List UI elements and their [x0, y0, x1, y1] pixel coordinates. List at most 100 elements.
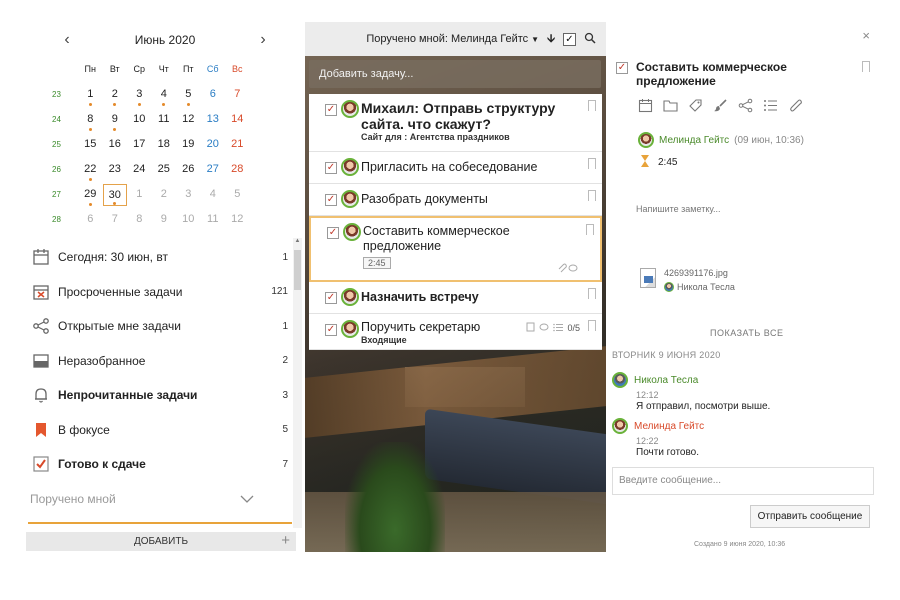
calendar-day[interactable]: 28 [225, 159, 250, 181]
task-checkbox[interactable]: ✓ [325, 162, 337, 174]
paperclip-icon[interactable] [788, 98, 803, 113]
flag-icon[interactable] [588, 320, 596, 335]
note-input[interactable]: Напишите заметку... [636, 204, 720, 214]
calendar-day[interactable]: 20 [201, 134, 226, 156]
calendar-day[interactable]: 16 [103, 134, 128, 156]
calendar-day[interactable]: 1 [78, 84, 103, 106]
checklist-icon[interactable] [763, 98, 778, 113]
calendar-day[interactable]: 9 [152, 209, 177, 231]
task-item-selected[interactable]: ✓ Составить коммерческое предложение 2:4… [309, 216, 602, 282]
calendar-day[interactable]: 18 [152, 134, 177, 156]
calendar-day[interactable]: 4 [152, 84, 177, 106]
calendar-day-today[interactable]: 30 [102, 183, 127, 206]
sidebar-item-assigned-by-me[interactable]: Поручено мной [20, 482, 292, 517]
chevron-down-icon[interactable] [236, 488, 258, 510]
sidebar-item-ready[interactable]: Готово к сдаче 7 [20, 447, 292, 482]
calendar-day[interactable]: 10 [176, 209, 201, 231]
calendar-day[interactable]: 26 [176, 159, 201, 181]
sidebar-item-today[interactable]: Сегодня: 30 июн, вт 1 [20, 240, 292, 275]
message-author[interactable]: Мелинда Гейтс [634, 421, 704, 432]
calendar-day[interactable]: 22 [78, 159, 103, 181]
calendar-day[interactable]: 2 [152, 184, 177, 206]
calendar-day[interactable]: 17 [127, 134, 152, 156]
calendar-day[interactable]: 3 [176, 184, 201, 206]
calendar-day[interactable]: 11 [201, 209, 226, 231]
calendar-day[interactable]: 7 [103, 209, 128, 231]
calendar-day[interactable]: 5 [176, 84, 201, 106]
calendar-icon[interactable] [638, 98, 653, 113]
flag-icon[interactable] [862, 61, 870, 72]
sidebar-item-unread[interactable]: Непрочитанные задачи 3 [20, 378, 292, 413]
show-completed-checkbox[interactable]: ✓ [563, 32, 576, 46]
task-checkbox[interactable]: ✓ [327, 227, 339, 239]
calendar-day[interactable]: 3 [127, 84, 152, 106]
add-task-input[interactable]: Добавить задачу... [309, 60, 601, 88]
flag-icon[interactable] [588, 100, 596, 115]
hourglass-icon[interactable] [640, 154, 650, 171]
task-checkbox[interactable]: ✓ [325, 292, 337, 304]
search-icon[interactable] [584, 32, 596, 47]
chevron-right-icon[interactable]: › [256, 31, 270, 49]
scrollbar-thumb[interactable] [294, 250, 301, 290]
flag-icon[interactable] [586, 224, 594, 239]
calendar-day[interactable]: 11 [152, 109, 177, 131]
calendar-day[interactable]: 8 [127, 209, 152, 231]
folder-icon[interactable] [663, 98, 678, 113]
task-complete-checkbox[interactable]: ✓ [616, 62, 628, 74]
chevron-left-icon[interactable]: ‹ [60, 31, 74, 49]
sidebar-item-overdue[interactable]: Просроченные задачи 121 [20, 275, 292, 310]
task-checkbox[interactable]: ✓ [325, 324, 337, 336]
sidebar-item-focus[interactable]: В фокусе 5 [20, 413, 292, 448]
sidebar-scrollbar[interactable]: ▲ [293, 238, 302, 528]
calendar-day[interactable]: 15 [78, 134, 103, 156]
sidebar-item-shared[interactable]: Открытые мне задачи 1 [20, 309, 292, 344]
calendar-day[interactable]: 6 [78, 209, 103, 231]
attachment[interactable]: 4269391176.jpg Никола Тесла [640, 268, 735, 292]
tag-icon[interactable] [688, 98, 703, 113]
flag-icon[interactable] [588, 158, 596, 173]
message-input[interactable]: Введите сообщение... [612, 467, 874, 495]
task-item[interactable]: ✓ Пригласить на собеседование [309, 152, 602, 184]
calendar-day[interactable]: 27 [201, 159, 226, 181]
calendar-day[interactable]: 12 [225, 209, 250, 231]
calendar-day[interactable]: 23 [103, 159, 128, 181]
sidebar-item-unsorted[interactable]: Неразобранное 2 [20, 344, 292, 379]
add-button[interactable]: ДОБАВИТЬ + [26, 532, 296, 551]
flag-icon[interactable] [588, 190, 596, 205]
calendar-day[interactable]: 24 [127, 159, 152, 181]
brush-icon[interactable] [713, 98, 728, 113]
calendar-day[interactable]: 25 [152, 159, 177, 181]
file-name[interactable]: 4269391176.jpg [664, 268, 735, 278]
calendar-day[interactable]: 9 [103, 109, 128, 131]
share-icon[interactable] [738, 98, 753, 113]
assigned-filter-dropdown[interactable]: Поручено мной: Мелинда Гейтс ▼ [366, 33, 539, 45]
task-checkbox[interactable]: ✓ [325, 194, 337, 206]
task-item[interactable]: ✓ Поручить секретарю Входящие 0/5 [309, 314, 602, 350]
calendar-day[interactable]: 4 [201, 184, 226, 206]
calendar-day[interactable]: 6 [201, 84, 226, 106]
calendar-day[interactable]: 21 [225, 134, 250, 156]
close-icon[interactable]: × [862, 28, 870, 43]
task-item[interactable]: ✓ Назначить встречу [309, 282, 602, 314]
message-author[interactable]: Никола Тесла [634, 375, 698, 386]
calendar-day[interactable]: 2 [103, 84, 128, 106]
task-item[interactable]: ✓ Михаил: Отправь структуру сайта. что с… [309, 94, 602, 152]
owner-name[interactable]: Мелинда Гейтс [659, 135, 729, 146]
calendar-day[interactable]: 29 [78, 184, 103, 206]
calendar-day[interactable]: 8 [78, 109, 103, 131]
calendar-day[interactable]: 1 [127, 184, 152, 206]
task-checkbox[interactable]: ✓ [325, 104, 337, 116]
flag-icon[interactable] [588, 288, 596, 303]
calendar-day[interactable]: 7 [225, 84, 250, 106]
sort-down-icon[interactable]: 🡫 [547, 30, 555, 49]
task-detail-title[interactable]: Составить коммерческое предложение [636, 60, 846, 88]
task-item[interactable]: ✓ Разобрать документы [309, 184, 602, 216]
calendar-day[interactable]: 13 [201, 109, 226, 131]
calendar-day[interactable]: 12 [176, 109, 201, 131]
show-all-link[interactable]: ПОКАЗАТЬ ВСЕ [710, 328, 783, 338]
calendar-day[interactable]: 5 [225, 184, 250, 206]
calendar-day[interactable]: 19 [176, 134, 201, 156]
scroll-up-icon[interactable]: ▲ [293, 238, 302, 248]
calendar-day[interactable]: 14 [225, 109, 250, 131]
calendar-day[interactable]: 10 [127, 109, 152, 131]
